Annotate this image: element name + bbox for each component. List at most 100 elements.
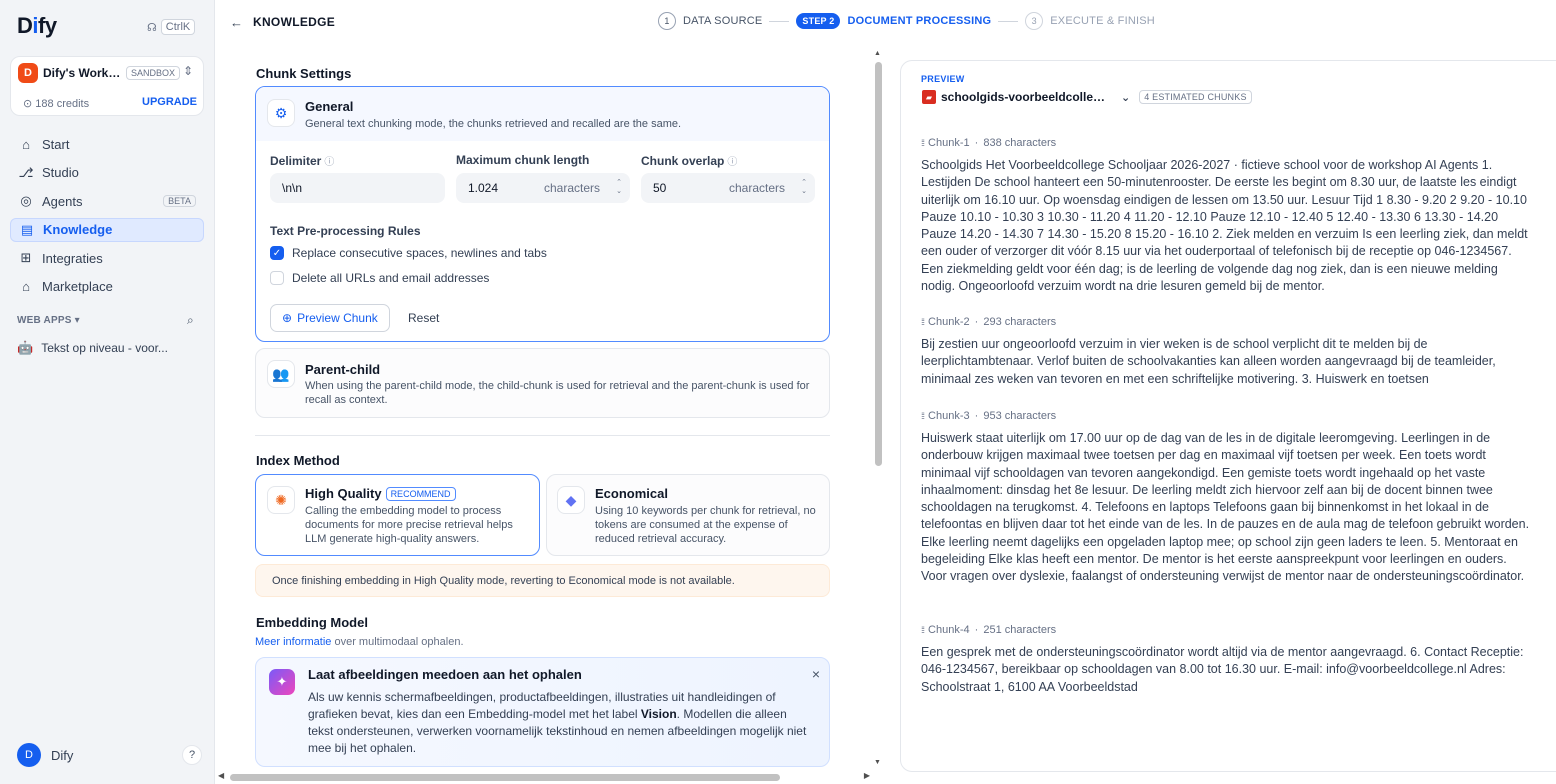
vertical-scrollbar[interactable]: ▲ ▼	[872, 50, 884, 766]
economical-card[interactable]: ◆ Economical Using 10 keywords per chunk…	[546, 474, 830, 556]
nav-item-start[interactable]: ⌂ Start	[10, 132, 204, 156]
file-selector[interactable]: ▰ schoolgids-voorbeeldcollege.pdf ⌄ 4 ES…	[922, 90, 1252, 104]
step-3-label: EXECUTE & FINISH	[1050, 15, 1155, 27]
scroll-thumb[interactable]	[230, 774, 780, 781]
beta-badge: BETA	[163, 195, 196, 207]
question-icon[interactable]: ⓘ	[727, 157, 737, 168]
close-icon[interactable]: ×	[812, 666, 820, 682]
reset-button[interactable]: Reset	[408, 311, 439, 325]
chunk-chars: 838 characters	[983, 137, 1057, 149]
workspace-avatar: D	[18, 63, 38, 83]
stepper-arrows-icon[interactable]: ⌃ ⌄	[801, 178, 807, 196]
scroll-left-icon[interactable]: ◀	[218, 771, 224, 780]
file-name: schoolgids-voorbeeldcollege.pdf	[941, 90, 1111, 104]
chunk-item: ⁞⁞ Chunk-2 · 293 characters Bij zestien u…	[921, 316, 1533, 388]
nav-item-label: Marketplace	[42, 279, 113, 294]
image-sparkle-icon: ✦	[269, 669, 295, 695]
parent-child-mode-card[interactable]: 👥 Parent-child When using the parent-chi…	[255, 348, 830, 418]
high-quality-title: High Quality RECOMMEND	[305, 486, 456, 501]
chevron-down-icon[interactable]: ⌄	[1121, 91, 1130, 104]
step-divider	[769, 20, 790, 22]
chunk-name: Chunk-2	[928, 316, 970, 328]
checkbox-unchecked[interactable]	[270, 271, 284, 285]
embedding-model-title: Embedding Model	[256, 615, 368, 630]
grid-icon: ⁞⁞	[921, 138, 925, 148]
web-app-item[interactable]: 🤖 Tekst op niveau - voor...	[17, 340, 168, 356]
max-length-value: 1.024	[468, 181, 499, 195]
preview-panel: PREVIEW ▰ schoolgids-voorbeeldcollege.pd…	[900, 60, 1556, 772]
preview-label: PREVIEW	[921, 74, 965, 84]
help-button[interactable]: ?	[182, 745, 202, 765]
chunk-name: Chunk-3	[928, 410, 970, 422]
step-3: 3 EXECUTE & FINISH	[1025, 12, 1155, 30]
star-badge-icon: ✺	[267, 486, 295, 514]
rule-replace-spaces[interactable]: ✓ Replace consecutive spaces, newlines a…	[270, 246, 547, 260]
nav-item-agents[interactable]: ◎ Agents BETA	[10, 189, 204, 213]
delimiter-input[interactable]: \n\n	[270, 173, 445, 203]
separator: ·	[971, 137, 982, 149]
web-apps-label: WEB APPS	[17, 315, 72, 326]
step-1-label[interactable]: DATA SOURCE	[683, 15, 762, 27]
grid-icon: ⁞⁞	[921, 411, 925, 421]
nav-item-studio[interactable]: ⎇ Studio	[10, 161, 204, 185]
stepper: 1 DATA SOURCE STEP 2 DOCUMENT PROCESSING…	[658, 12, 1155, 30]
rules-title: Text Pre-processing Rules	[270, 224, 421, 238]
user-menu[interactable]: D Dify	[17, 743, 73, 767]
parent-child-desc: When using the parent-child mode, the ch…	[305, 380, 810, 406]
step-2-pill: STEP 2	[796, 13, 841, 29]
question-icon[interactable]: ⓘ	[324, 157, 334, 168]
delimiter-label-text: Delimiter	[270, 154, 322, 168]
overlap-input[interactable]: 50 characters ⌃ ⌄	[641, 173, 815, 203]
upgrade-button[interactable]: UPGRADE	[142, 96, 197, 108]
nav-item-knowledge[interactable]: ▤ Knowledge	[10, 217, 204, 242]
overlap-unit: characters	[728, 181, 785, 195]
more-info-link[interactable]: Meer informatie	[255, 636, 331, 648]
chunk-name: Chunk-4	[928, 624, 970, 636]
preview-chunk-label: Preview Chunk	[297, 311, 378, 325]
horizontal-scrollbar[interactable]: ◀ ▶	[218, 771, 870, 783]
max-length-input[interactable]: 1.024 characters ⌃ ⌄	[456, 173, 630, 203]
stepper-arrows-icon[interactable]: ⌃ ⌄	[616, 178, 622, 196]
workspace-card[interactable]: D Dify's Works... SANDBOX ⇕ ⊙ 188 credit…	[10, 56, 204, 116]
index-method-title: Index Method	[256, 453, 340, 468]
pdf-icon: ▰	[922, 90, 936, 104]
search-shortcut[interactable]: ☊ CtrlK	[147, 19, 196, 35]
step-divider	[998, 20, 1019, 22]
overlap-label: Chunk overlap ⓘ	[641, 153, 737, 168]
high-quality-card[interactable]: ✺ High Quality RECOMMEND Calling the embe…	[255, 474, 540, 556]
chevron-up-down-icon[interactable]: ⇕	[183, 64, 193, 78]
credits-label: ⊙ 188 credits	[23, 97, 89, 110]
chunk-settings-title: Chunk Settings	[256, 66, 352, 81]
chunk-header: ⁞⁞ Chunk-1 · 838 characters	[921, 137, 1533, 149]
dify-logo[interactable]: Dify	[17, 13, 57, 39]
workspace-name: Dify's Works...	[43, 66, 121, 80]
high-quality-warning: Once finishing embedding in High Quality…	[255, 564, 830, 597]
nav-item-marketplace[interactable]: ⌂ Marketplace	[10, 275, 204, 299]
scroll-thumb[interactable]	[875, 62, 882, 466]
step-3-number: 3	[1025, 12, 1044, 30]
gear-icon: ⚙	[267, 99, 295, 127]
embedding-info: Meer informatie over multimodaal ophalen…	[255, 636, 464, 648]
chunk-text: Huiswerk staat uiterlijk om 17.00 uur op…	[921, 431, 1530, 584]
scroll-down-icon[interactable]: ▼	[874, 759, 881, 766]
web-apps-header[interactable]: WEB APPS ▾	[17, 315, 80, 326]
checkbox-checked[interactable]: ✓	[270, 246, 284, 260]
chunk-item: ⁞⁞ Chunk-4 · 251 characters Een gesprek m…	[921, 624, 1533, 696]
more-info-suffix: over multimodaal ophalen.	[331, 636, 464, 648]
chunk-header: ⁞⁞ Chunk-4 · 251 characters	[921, 624, 1533, 636]
delimiter-value: \n\n	[282, 181, 303, 195]
back-arrow-icon[interactable]: ←	[230, 15, 243, 30]
search-icon[interactable]: ⌕	[187, 313, 194, 328]
integrations-icon: ⊞	[20, 250, 32, 265]
robot-icon: 🤖	[17, 340, 34, 355]
scroll-up-icon[interactable]: ▲	[874, 50, 881, 57]
preview-chunk-button[interactable]: ⊕ Preview Chunk	[270, 304, 390, 332]
step-1-number: 1	[658, 12, 676, 30]
web-app-label: Tekst op niveau - voor...	[41, 341, 168, 355]
parent-child-title: Parent-child	[305, 362, 381, 377]
scroll-right-icon[interactable]: ▶	[864, 771, 870, 780]
general-mode-card[interactable]: ⚙ General General text chunking mode, th…	[255, 86, 830, 342]
nav-item-integrations[interactable]: ⊞ Integraties	[10, 246, 204, 270]
rule-delete-urls[interactable]: Delete all URLs and email addresses	[270, 271, 489, 285]
nav-item-label: Studio	[42, 165, 79, 180]
